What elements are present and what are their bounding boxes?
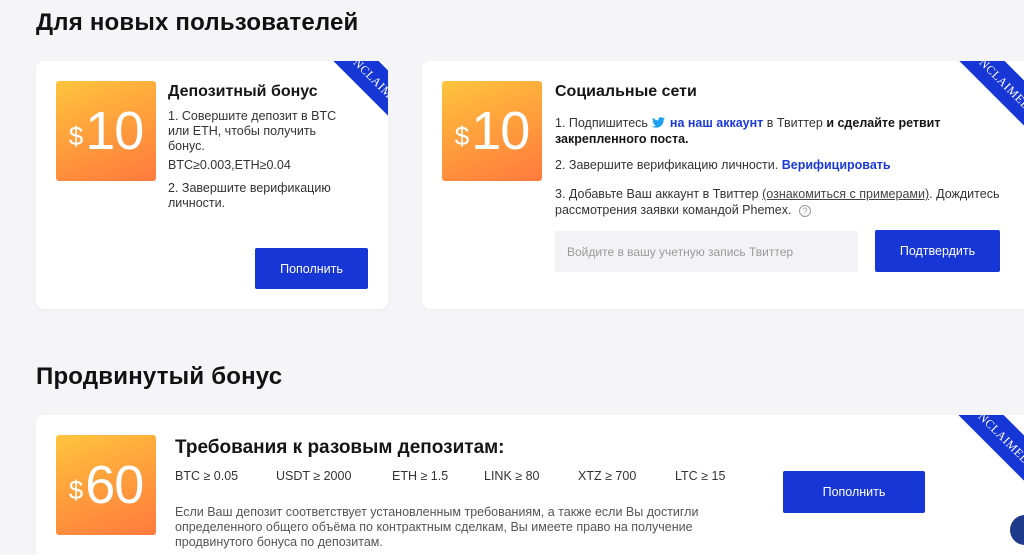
confirm-button[interactable]: Подтвердить	[875, 230, 1000, 272]
social-step-1: 1. Подпишитесь на наш аккаунт в Твиттер …	[555, 115, 995, 147]
bonus-badge: $ 10	[442, 81, 542, 181]
unclaimed-ribbon: UNCLAIMED	[911, 415, 1024, 525]
examples-link[interactable]: (ознакомиться с примерами)	[762, 187, 929, 201]
help-icon[interactable]: ?	[798, 204, 811, 217]
requirement-btc: BTC ≥ 0.05	[175, 469, 239, 483]
card-title: Требования к разовым депозитам:	[175, 437, 505, 458]
deposit-step-1: 1. Совершите депозит в BTC или ETH, чтоб…	[168, 109, 337, 153]
verify-link[interactable]: Верифицировать	[782, 158, 891, 172]
deposit-requirement: BTC≥0.003,ETH≥0.04	[168, 158, 291, 172]
bonus-badge: $ 10	[56, 81, 156, 181]
requirement-usdt: USDT ≥ 2000	[276, 469, 352, 483]
card-title: Социальные сети	[555, 83, 697, 100]
social-step-2: 2. Завершите верификацию личности. Вериф…	[555, 158, 891, 173]
twitter-account-input[interactable]: Войдите в вашу учетную запись Твиттер	[555, 231, 858, 272]
social-bonus-card: $ 10 Социальные сети 1. Подпишитесь на н…	[422, 61, 1024, 309]
bonus-amount: 10	[471, 101, 530, 161]
bonus-amount: 60	[85, 455, 144, 515]
section-title-advanced: Продвинутый бонус	[36, 363, 283, 390]
requirement-ltc: LTC ≥ 15	[675, 469, 726, 483]
twitter-account-link[interactable]: на наш аккаунт	[670, 116, 763, 130]
dollar-sign: $	[68, 120, 84, 151]
requirement-link: LINK ≥ 80	[484, 469, 540, 483]
deposit-button[interactable]: Пополнить	[255, 248, 368, 289]
requirement-xtz: XTZ ≥ 700	[578, 469, 637, 483]
bonus-badge: $ 60	[56, 435, 156, 535]
requirement-eth: ETH ≥ 1.5	[392, 469, 449, 483]
dollar-sign: $	[68, 474, 84, 505]
step-2-prefix: 2. Завершите верификацию личности.	[555, 158, 779, 172]
step-3-prefix: 3. Добавьте Ваш аккаунт в Твиттер	[555, 187, 759, 201]
advanced-deposit-button[interactable]: Пополнить	[783, 471, 925, 513]
deposit-step-2: 2. Завершите верификацию личности.	[168, 181, 331, 210]
advanced-bonus-card: $ 60 Требования к разовым депозитам: BTC…	[36, 415, 1024, 555]
section-title-new-users: Для новых пользователей	[36, 9, 359, 36]
advanced-description: Если Ваш депозит соответствует установле…	[175, 505, 699, 549]
social-step-3: 3. Добавьте Ваш аккаунт в Твиттер (ознак…	[555, 186, 1015, 218]
bonus-amount: 10	[85, 101, 144, 161]
card-title: Депозитный бонус	[168, 83, 318, 100]
deposit-bonus-card: $ 10 Депозитный бонус 1. Совершите депоз…	[36, 61, 388, 309]
twitter-icon	[652, 117, 666, 128]
step-1-mid: в Твиттер	[766, 116, 823, 130]
step-1-prefix: 1. Подпишитесь	[555, 116, 648, 130]
dollar-sign: $	[454, 120, 470, 151]
